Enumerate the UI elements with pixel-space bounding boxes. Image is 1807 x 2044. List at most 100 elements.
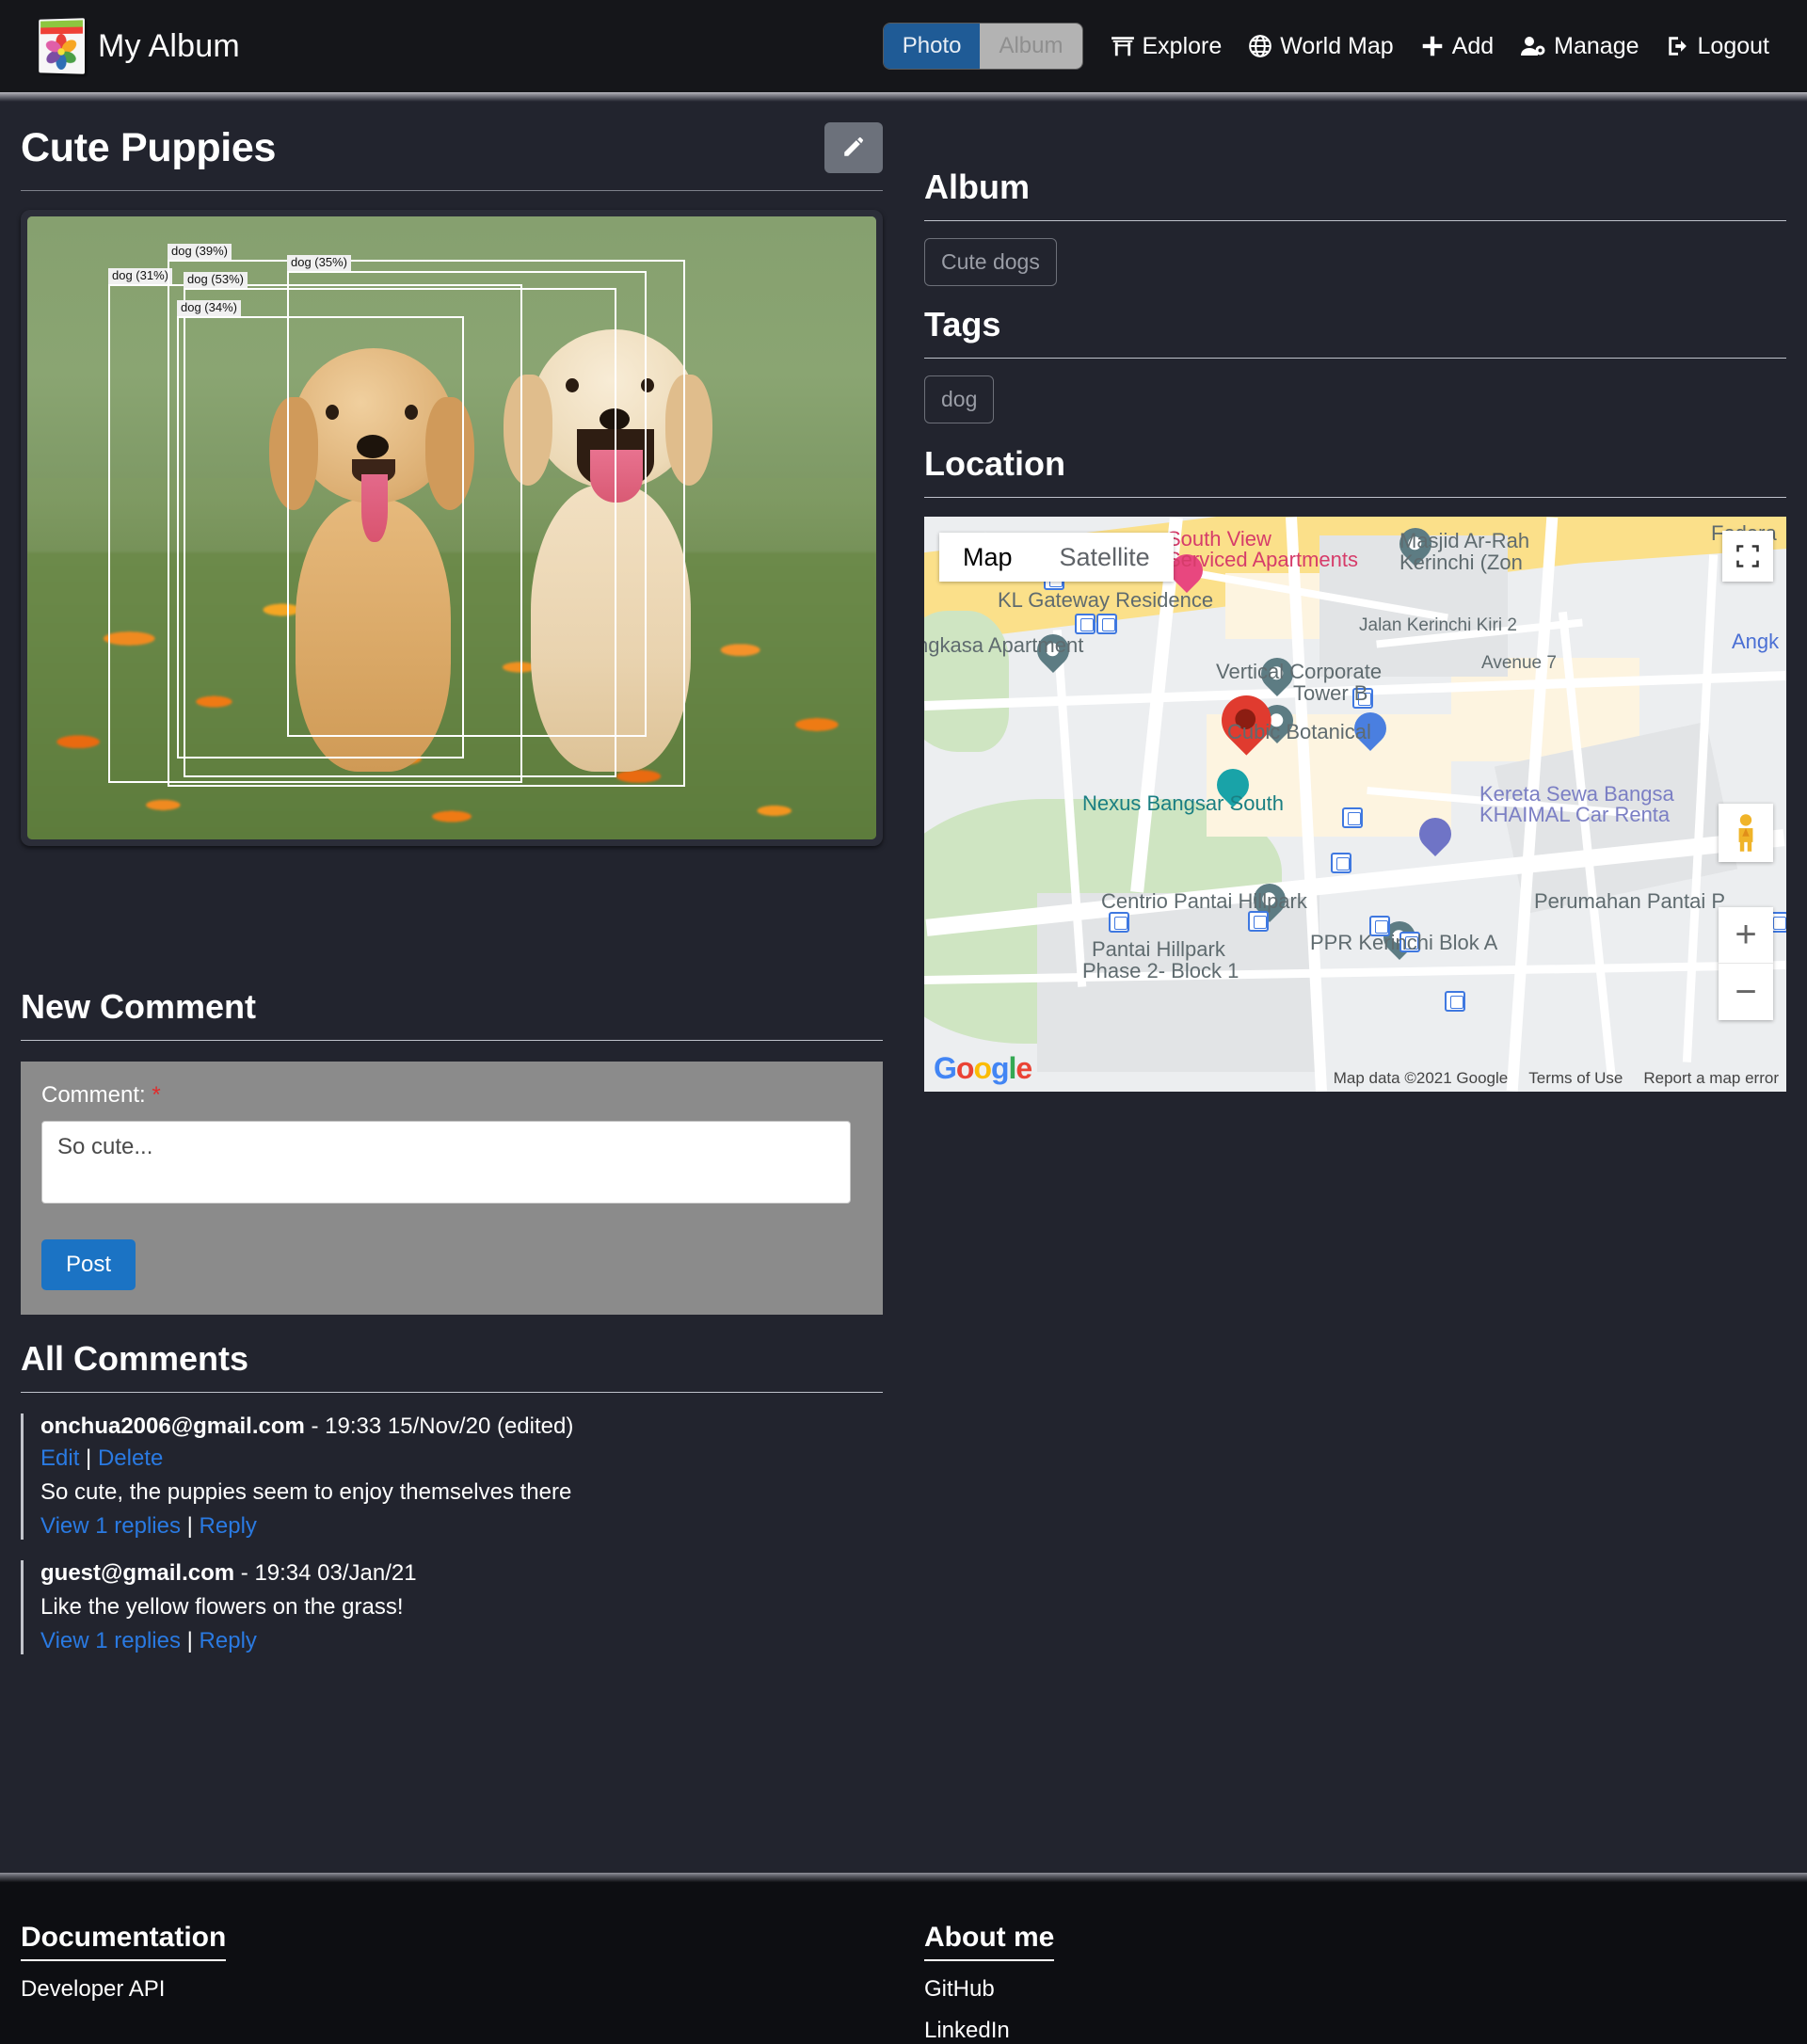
photo-frame[interactable]: dog (31%) dog (39%) dog (53%) dog (34%) …: [21, 210, 883, 846]
bus-stop-icon: [1342, 807, 1363, 828]
page-title-row: Cute Puppies: [21, 122, 883, 173]
map-label: KL Gateway Residence: [998, 588, 1213, 613]
map-label: Nexus Bangsar South: [1082, 791, 1284, 816]
bus-stop-icon: [1445, 991, 1465, 1012]
nav-explore-label: Explore: [1143, 33, 1223, 60]
album-chip-cute-dogs[interactable]: Cute dogs: [924, 238, 1057, 286]
nav-manage[interactable]: Manage: [1520, 33, 1639, 60]
comment-body: So cute, the puppies seem to enjoy thems…: [40, 1479, 883, 1506]
detection-label: dog (53%): [184, 272, 248, 288]
footer-col-documentation: Documentation Developer API: [21, 1922, 226, 2003]
google-logo: Google: [934, 1051, 1031, 1086]
all-comments-divider: [21, 1392, 883, 1393]
nav-add[interactable]: Add: [1420, 33, 1494, 60]
photo-with-detections: dog (31%) dog (39%) dog (53%) dog (34%) …: [27, 216, 876, 839]
page-title: Cute Puppies: [21, 125, 276, 171]
bus-stop-icon: [1096, 614, 1117, 634]
map-type-map[interactable]: Map: [939, 533, 1036, 582]
location-map[interactable]: South ViewServiced ApartmentsKL Gateway …: [924, 517, 1786, 1092]
nav-right: Photo Album Explore: [884, 24, 1769, 69]
comment-author: guest@gmail.com: [40, 1560, 234, 1586]
comment-label-text: Comment:: [41, 1082, 146, 1108]
nav-logout[interactable]: Logout: [1666, 33, 1769, 60]
tags-heading: Tags: [924, 305, 1786, 344]
right-column: Album Cute dogs Tags dog Location: [924, 168, 1786, 1092]
comment-edit-link[interactable]: Edit: [40, 1445, 79, 1471]
album-heading: Album: [924, 168, 1786, 207]
album-divider: [924, 220, 1786, 221]
comment-footer-actions: View 1 replies | Reply: [40, 1513, 883, 1540]
toggle-photo[interactable]: Photo: [884, 24, 981, 69]
map-type-satellite[interactable]: Satellite: [1036, 533, 1174, 582]
map-label: PPR Kerinchi Blok A: [1310, 931, 1497, 955]
plus-icon: [1420, 34, 1445, 58]
torii-gate-icon: [1111, 34, 1135, 58]
detection-label: dog (34%): [177, 300, 241, 316]
edit-photo-button[interactable]: [824, 122, 883, 173]
map-label: Jalan Kerinchi Kiri 2: [1359, 615, 1517, 636]
zoom-in-button[interactable]: +: [1719, 907, 1773, 964]
brand-title: My Album: [98, 28, 240, 65]
nav-manage-label: Manage: [1554, 33, 1639, 60]
new-comment-box: Comment: * Post: [21, 1062, 883, 1315]
photo-album-toggle[interactable]: Photo Album: [884, 24, 1082, 69]
footer-link-linkedin[interactable]: LinkedIn: [924, 2018, 1054, 2044]
tag-chip-dog[interactable]: dog: [924, 375, 994, 423]
comment-timestamp: - 19:34 03/Jan/21: [234, 1560, 416, 1586]
footer-link-github[interactable]: GitHub: [924, 1976, 1054, 2003]
comment-field-label: Comment: *: [41, 1082, 862, 1109]
map-label: Angk: [1732, 630, 1779, 654]
comment-timestamp: - 19:33 15/Nov/20 (edited): [305, 1413, 574, 1439]
footer-col-about-me: About me GitHub LinkedIn: [924, 1922, 1054, 2044]
map-zoom-controls[interactable]: + −: [1719, 907, 1773, 1020]
all-comments-heading: All Comments: [21, 1339, 883, 1379]
toggle-album[interactable]: Album: [980, 24, 1081, 69]
nav-world-map[interactable]: World Map: [1248, 33, 1393, 60]
new-comment-divider: [21, 1040, 883, 1041]
bus-stop-icon: [1248, 911, 1269, 932]
globe-icon: [1248, 34, 1272, 58]
nav-links: Explore World Map Add: [1111, 33, 1770, 60]
new-comment-section: New Comment Comment: * Post: [21, 987, 883, 1315]
new-comment-heading: New Comment: [21, 987, 883, 1027]
comment-view-replies-link[interactable]: View 1 replies: [40, 1628, 181, 1653]
required-asterisk: *: [152, 1082, 160, 1108]
comment-reply-link[interactable]: Reply: [200, 1513, 257, 1539]
footer-link-developer-api[interactable]: Developer API: [21, 1976, 226, 2003]
map-data-credit: Map data ©2021 Google: [1334, 1069, 1509, 1088]
location-heading: Location: [924, 444, 1786, 484]
detection-box: dog (35%): [287, 271, 647, 737]
comment-item: guest@gmail.com - 19:34 03/Jan/21 Like t…: [21, 1560, 883, 1654]
brand[interactable]: My Album: [38, 19, 240, 73]
map-attribution: Map data ©2021 Google Terms of Use Repor…: [1334, 1069, 1779, 1088]
report-map-error-link[interactable]: Report a map error: [1643, 1069, 1779, 1088]
fullscreen-icon[interactable]: [1722, 531, 1773, 582]
pencil-icon: [841, 135, 866, 162]
top-navbar: My Album Photo Album Explore: [0, 0, 1807, 92]
location-divider: [924, 497, 1786, 498]
footer-heading-about-me: About me: [924, 1922, 1054, 1961]
detection-label: dog (39%): [168, 244, 232, 260]
map-type-switcher[interactable]: Map Satellite: [939, 533, 1174, 582]
bus-stop-icon: [1331, 853, 1351, 873]
comment-delete-link[interactable]: Delete: [98, 1445, 163, 1471]
street-view-pegman-icon[interactable]: [1719, 804, 1773, 862]
comment-input[interactable]: [41, 1121, 851, 1204]
detection-label: dog (35%): [287, 255, 351, 271]
comment-reply-link[interactable]: Reply: [200, 1628, 257, 1653]
map-label: Perumahan Pantai P: [1534, 889, 1725, 914]
comment-header: guest@gmail.com - 19:34 03/Jan/21: [40, 1560, 883, 1587]
nav-explore[interactable]: Explore: [1111, 33, 1223, 60]
comment-view-replies-link[interactable]: View 1 replies: [40, 1513, 181, 1539]
comment-owner-actions: Edit | Delete: [40, 1445, 883, 1472]
terms-of-use-link[interactable]: Terms of Use: [1528, 1069, 1623, 1088]
zoom-out-button[interactable]: −: [1719, 964, 1773, 1020]
map-label: KHAIMAL Car Renta: [1479, 803, 1670, 827]
nav-logout-label: Logout: [1698, 33, 1769, 60]
comment-item: onchua2006@gmail.com - 19:33 15/Nov/20 (…: [21, 1413, 883, 1540]
logout-icon: [1666, 34, 1690, 58]
post-comment-button[interactable]: Post: [41, 1239, 136, 1290]
user-gear-icon: [1520, 34, 1546, 58]
footer: Documentation Developer API About me Git…: [0, 1882, 1807, 2044]
nav-world-map-label: World Map: [1280, 33, 1393, 60]
